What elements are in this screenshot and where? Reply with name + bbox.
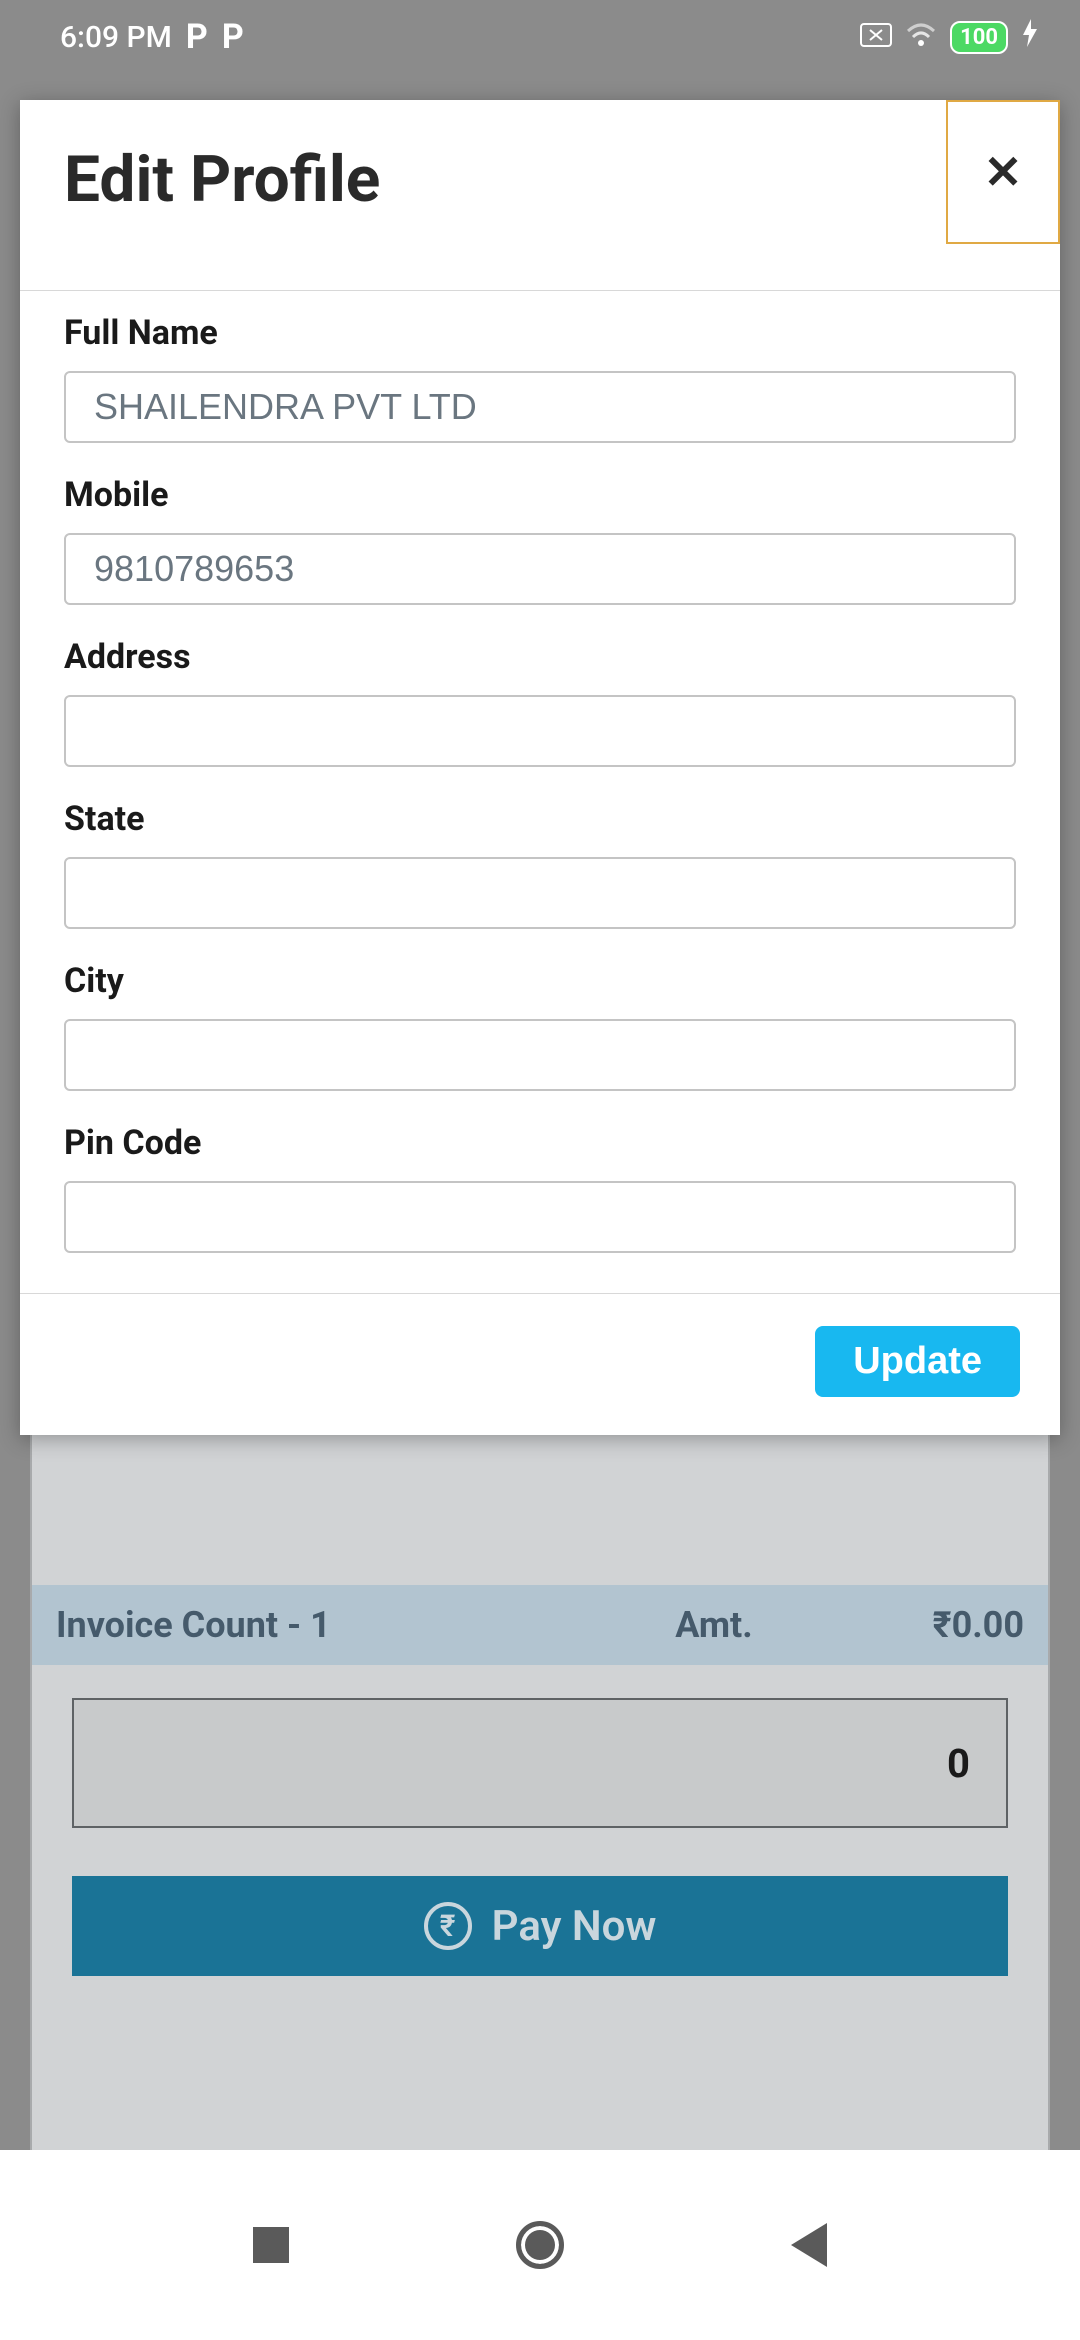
android-nav-bar [0,2150,1080,2340]
close-button[interactable]: ✕ [946,100,1060,244]
charging-icon [1022,19,1038,55]
status-bar: 6:09 PM P P 100 [0,0,1080,74]
pin-code-input[interactable] [64,1181,1016,1253]
back-button[interactable] [791,2223,827,2267]
pay-now-button[interactable]: ₹ Pay Now [72,1876,1008,1976]
mobile-input[interactable] [64,533,1016,605]
mobile-label: Mobile [64,467,1016,515]
status-time: 6:09 PM [60,20,172,55]
pin-code-label: Pin Code [64,1115,1016,1163]
invoice-summary-row: Invoice Count - 1 Amt. ₹0.00 [32,1585,1048,1665]
invoice-count-label: Invoice Count - 1 [56,1604,675,1646]
p-icon: P [222,17,244,57]
amount-label: Amt. [675,1604,752,1646]
modal-title: Edit Profile [20,100,380,217]
wifi-icon [906,20,936,55]
recent-apps-button[interactable] [253,2227,289,2263]
full-name-label: Full Name [64,305,1016,353]
modal-header: Edit Profile ✕ [20,100,1060,290]
p-icon: P [186,17,208,57]
close-icon: ✕ [984,145,1023,200]
no-sim-icon [860,20,892,55]
city-input[interactable] [64,1019,1016,1091]
edit-profile-modal: Edit Profile ✕ Full Name Mobile Address … [20,100,1060,1435]
state-label: State [64,791,1016,839]
modal-body: Full Name Mobile Address State City Pin … [20,290,1060,1293]
payment-amount-value: 0 [947,1740,970,1787]
update-button[interactable]: Update [815,1326,1020,1397]
rupee-icon: ₹ [424,1902,472,1950]
full-name-input[interactable] [64,371,1016,443]
state-input[interactable] [64,857,1016,929]
battery-icon: 100 [950,21,1008,54]
address-label: Address [64,629,1016,677]
address-input[interactable] [64,695,1016,767]
city-label: City [64,953,1016,1001]
modal-footer: Update [20,1293,1060,1435]
amount-value: ₹0.00 [933,1604,1024,1646]
payment-amount-input[interactable]: 0 [72,1698,1008,1828]
home-button[interactable] [516,2221,564,2269]
pay-now-label: Pay Now [492,1902,657,1951]
